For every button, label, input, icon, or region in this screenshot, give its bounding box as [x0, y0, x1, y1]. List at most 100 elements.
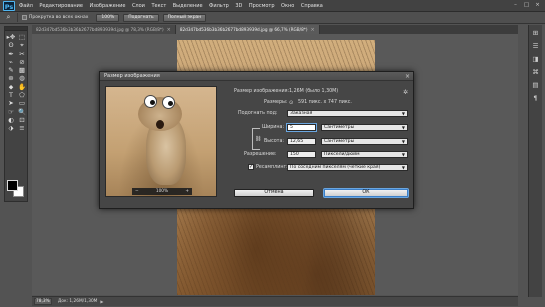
- menu-window[interactable]: Окно: [281, 3, 294, 9]
- menu-image[interactable]: Изображение: [89, 3, 125, 9]
- tool-button-icon[interactable]: ⬚: [17, 33, 27, 41]
- menu-file[interactable]: Файл: [19, 3, 33, 9]
- chevron-down-icon: ▼: [401, 125, 405, 130]
- menu-help[interactable]: Справка: [301, 3, 323, 9]
- image-preview[interactable]: − 100% +: [105, 86, 217, 197]
- fit-to-label: Подогнать под:: [238, 111, 278, 116]
- close-tab-icon[interactable]: ×: [167, 27, 171, 33]
- tool-button-icon[interactable]: ✎: [6, 66, 16, 74]
- menu-filter[interactable]: Фильтр: [209, 3, 229, 9]
- tool-button-icon[interactable]: ▸✥: [6, 33, 16, 41]
- height-unit-select[interactable]: Сантиметры ▼: [321, 138, 408, 145]
- document-tab-active[interactable]: 82d347bd536b3b36b2677bd893939d.jpg @ 66,…: [175, 25, 320, 34]
- height-unit-value: Сантиметры: [324, 139, 355, 144]
- preview-animal-eye: [144, 95, 157, 108]
- close-icon[interactable]: ×: [533, 1, 542, 9]
- zoom-in-icon[interactable]: +: [185, 189, 189, 194]
- tool-button-icon[interactable]: 🔍: [17, 108, 27, 116]
- height-label: Высота:: [264, 139, 285, 144]
- document-tab-label: 82d347bd536b3b36b2677bd893939d.jpg @ 78,…: [36, 27, 164, 32]
- image-size-dialog: Размер изображения × − 100% + Размер изо…: [99, 71, 414, 209]
- height-field[interactable]: 12,65: [287, 138, 316, 145]
- tool-button-icon[interactable]: ⊡: [17, 116, 27, 124]
- close-tab-icon[interactable]: ×: [310, 27, 314, 33]
- fit-to-select[interactable]: Заказная ▼: [287, 110, 408, 117]
- dimensions-value: 591 пикс. x 747 пикс.: [298, 100, 352, 105]
- panel-list-icon[interactable]: ☰: [531, 42, 541, 51]
- zoom-100-button[interactable]: 100%: [96, 13, 120, 22]
- tool-button-icon[interactable]: ⬠: [17, 91, 27, 99]
- tool-button-icon[interactable]: ▩: [17, 66, 27, 74]
- menu-view[interactable]: Просмотр: [249, 3, 275, 9]
- dimensions-dropdown-icon[interactable]: ⊙: [289, 100, 293, 106]
- chevron-down-icon: ▼: [401, 152, 405, 157]
- cancel-button[interactable]: Отмена: [234, 189, 314, 197]
- scroll-all-windows-checkbox[interactable]: [22, 15, 27, 20]
- tool-button-icon[interactable]: ➤: [6, 99, 16, 107]
- tool-button-icon[interactable]: ⬥: [6, 83, 16, 91]
- minimize-icon[interactable]: –: [511, 1, 520, 9]
- fit-screen-button[interactable]: Подогнать: [123, 13, 159, 22]
- zoom-out-icon[interactable]: −: [135, 189, 139, 194]
- menu-bar: Ps Файл Редактирование Изображение Слои …: [0, 0, 545, 12]
- resample-checkbox[interactable]: ✓: [248, 164, 254, 170]
- menu-type[interactable]: Текст: [151, 3, 166, 9]
- zoom-icon[interactable]: ⌕: [4, 13, 13, 22]
- chain-link-icon[interactable]: ⛓: [255, 136, 261, 143]
- menu-layers[interactable]: Слои: [132, 3, 145, 9]
- document-tabs: 82d347bd536b3b36b2677bd893939d.jpg @ 78,…: [32, 25, 518, 34]
- resample-method-select[interactable]: По соседним пикселям (четкие края) ▼: [287, 164, 408, 171]
- tool-button-icon[interactable]: ✂: [17, 50, 27, 58]
- panel-command-icon[interactable]: ⌘: [531, 68, 541, 77]
- tools-grid: ▸✥ ⬚ ʘ ⌖ ✒ ✂ ⌁ ⊘ ✎ ▩ ⊛ ◍ ⬥ ✋ T ⬠ ➤ ▭ ☞ 🔍 ◐ ⊡ ⬗ ≡: [5, 31, 27, 133]
- tool-button-icon[interactable]: ◍: [17, 74, 27, 82]
- tool-button-icon[interactable]: ✒: [6, 50, 16, 58]
- width-field[interactable]: 5: [287, 124, 316, 131]
- tool-button-icon[interactable]: ⊛: [6, 74, 16, 82]
- width-unit-select[interactable]: Сантиметры ▼: [321, 124, 408, 131]
- tool-button-icon[interactable]: ✋: [17, 83, 27, 91]
- tool-button-icon[interactable]: ⌖: [17, 41, 27, 49]
- resolution-unit-value: Пиксели/дюйм: [324, 152, 360, 157]
- foreground-color-swatch[interactable]: [7, 180, 18, 191]
- status-bar: 78,3% Док: 1,26M/1,30M ▶: [32, 296, 518, 306]
- tool-button-icon[interactable]: ʘ: [6, 41, 16, 49]
- panel-layers-icon[interactable]: ◨: [531, 55, 541, 64]
- document-tab[interactable]: 82d347bd536b3b36b2677bd893939d.jpg @ 78,…: [32, 25, 176, 34]
- menu-edit[interactable]: Редактирование: [39, 3, 83, 9]
- tool-button-icon[interactable]: ☞: [6, 108, 16, 116]
- document-size-status: Док: 1,26M/1,30M: [58, 299, 98, 304]
- resolution-unit-select[interactable]: Пиксели/дюйм ▼: [321, 151, 408, 158]
- status-menu-arrow-icon[interactable]: ▶: [100, 299, 103, 304]
- resolution-field[interactable]: 150: [287, 151, 316, 158]
- panel-table-icon[interactable]: ▤: [531, 81, 541, 90]
- fit-to-value: Заказная: [290, 111, 313, 116]
- tool-button-icon[interactable]: ◐: [6, 116, 16, 124]
- tool-button-icon[interactable]: ⊘: [17, 58, 27, 66]
- tool-button-icon[interactable]: ⬗: [6, 124, 16, 132]
- menu-select[interactable]: Выделение: [173, 3, 203, 9]
- photoshop-logo-icon: Ps: [3, 0, 15, 11]
- zoom-level-field[interactable]: 78,3%: [34, 298, 52, 305]
- color-swatches: [7, 180, 27, 200]
- chevron-down-icon: ▼: [401, 165, 405, 170]
- document-tab-label: 82d347bd536b3b36b2677bd893939d.jpg @ 66,…: [179, 27, 308, 32]
- panel-paragraph-icon[interactable]: ¶: [531, 94, 541, 103]
- panel-grid-icon[interactable]: ⊞: [531, 29, 541, 38]
- dialog-close-icon[interactable]: ×: [405, 72, 410, 81]
- image-size-value: 1,26M (было 1,30M): [289, 89, 339, 94]
- width-unit-value: Сантиметры: [324, 125, 355, 130]
- dimensions-label: Размеры:: [264, 100, 288, 105]
- scroll-all-windows-label: Прокрутка во всех окнах: [29, 15, 89, 20]
- tool-button-icon[interactable]: ▭: [17, 99, 27, 107]
- gear-icon[interactable]: ✲: [403, 89, 408, 96]
- tool-button-icon[interactable]: ≡: [17, 124, 27, 132]
- tool-button-icon[interactable]: T: [6, 91, 16, 99]
- tool-button-icon[interactable]: ⌁: [6, 58, 16, 66]
- maximize-icon[interactable]: □: [522, 1, 531, 9]
- menu-3d[interactable]: 3D: [235, 3, 242, 9]
- full-screen-button[interactable]: Полный экран: [162, 13, 207, 22]
- preview-zoom-value: 100%: [155, 189, 169, 194]
- ok-button[interactable]: ОК: [324, 189, 408, 197]
- chevron-down-icon: ▼: [401, 111, 405, 116]
